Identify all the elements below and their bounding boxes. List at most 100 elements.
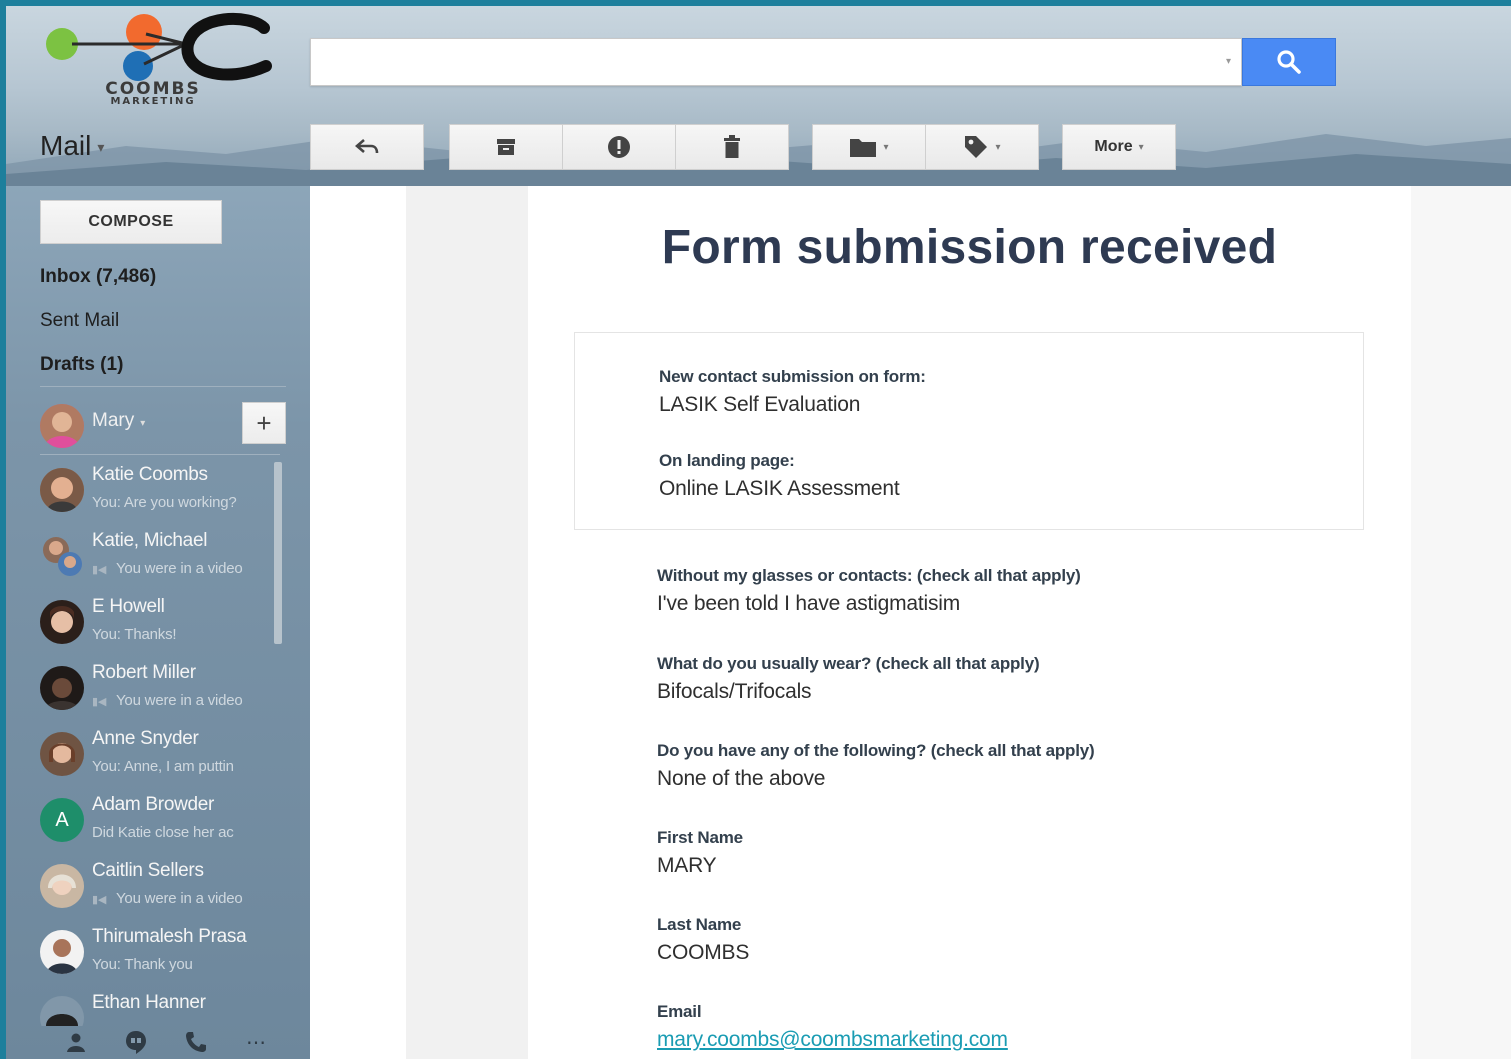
contact-snippet: You were in a video bbox=[116, 692, 243, 709]
delete-button[interactable] bbox=[675, 124, 789, 170]
video-call-icon: ▮◀ bbox=[92, 894, 107, 906]
phone-button[interactable] bbox=[166, 1024, 226, 1059]
chat-bubble-icon bbox=[126, 1031, 146, 1054]
search-input[interactable]: ▾ bbox=[310, 38, 1242, 86]
more-button[interactable]: More ▾ bbox=[1062, 124, 1176, 170]
person-photo-icon bbox=[40, 996, 84, 1026]
search-icon bbox=[1277, 50, 1301, 74]
avatar bbox=[40, 600, 84, 644]
sidebar-bottom-bar: ⋯ bbox=[46, 1024, 286, 1059]
contact-item[interactable]: Katie Coombs You: Are you working? bbox=[40, 462, 280, 526]
compose-button[interactable]: COMPOSE bbox=[40, 200, 222, 244]
chevron-down-icon: ▾ bbox=[1138, 141, 1144, 153]
archive-icon bbox=[497, 139, 515, 155]
report-spam-button[interactable] bbox=[562, 124, 676, 170]
new-chat-button[interactable]: + bbox=[242, 402, 286, 444]
contact-snippet: You: Anne, I am puttin bbox=[92, 758, 234, 775]
more-label: More bbox=[1094, 138, 1133, 155]
hangouts-button[interactable] bbox=[106, 1024, 166, 1059]
ellipsis-icon: ⋯ bbox=[246, 1031, 266, 1054]
avatar bbox=[40, 404, 84, 448]
trash-icon bbox=[724, 135, 740, 158]
avatar bbox=[40, 930, 84, 974]
folder-inbox[interactable]: Inbox (7,486) bbox=[40, 266, 156, 288]
group-photo-icon bbox=[43, 537, 82, 576]
avatar bbox=[40, 534, 84, 578]
logo-text: COOMBS MARKETING bbox=[78, 81, 228, 108]
field-label: Without my glasses or contacts: (check a… bbox=[657, 566, 1081, 585]
contacts-button[interactable] bbox=[46, 1024, 106, 1059]
contact-snippet: You were in a video bbox=[116, 560, 243, 577]
field-value: Online LASIK Assessment bbox=[659, 477, 900, 500]
field-label: On landing page: bbox=[659, 451, 795, 470]
contact-item[interactable]: Katie, Michael ▮◀ You were in a video bbox=[40, 528, 280, 592]
move-to-button[interactable]: ▾ bbox=[812, 124, 926, 170]
email-body: Form submission received New contact sub… bbox=[528, 186, 1411, 1059]
contact-item[interactable]: A Adam Browder Did Katie close her ac bbox=[40, 792, 280, 856]
more-options-button[interactable]: ⋯ bbox=[226, 1024, 286, 1059]
contact-item[interactable]: E Howell You: Thanks! bbox=[40, 594, 280, 658]
folder-drafts[interactable]: Drafts (1) bbox=[40, 354, 123, 376]
contact-name: Thirumalesh Prasa bbox=[92, 926, 247, 947]
contact-name: Katie, Michael bbox=[92, 530, 208, 551]
mail-label: Mail bbox=[40, 130, 92, 161]
field-label: First Name bbox=[657, 828, 743, 847]
sidebar-divider bbox=[40, 454, 280, 455]
contact-snippet: You were in a video bbox=[116, 890, 243, 907]
field-label: Email bbox=[657, 1002, 702, 1021]
person-photo-icon bbox=[40, 468, 84, 512]
logo-subtext: MARKETING bbox=[110, 96, 196, 107]
avatar bbox=[40, 468, 84, 512]
person-photo-icon bbox=[40, 666, 84, 710]
field-value: LASIK Self Evaluation bbox=[659, 393, 861, 416]
video-call-icon: ▮◀ bbox=[92, 564, 107, 576]
contact-name: Robert Miller bbox=[92, 662, 196, 683]
form-info-card: New contact submission on form: LASIK Se… bbox=[574, 332, 1364, 530]
avatar-initial: A bbox=[55, 808, 69, 831]
person-photo-icon bbox=[40, 930, 84, 974]
contact-snippet: You: Thanks! bbox=[92, 626, 177, 643]
chat-self-name: Mary ▾ bbox=[92, 410, 145, 432]
person-photo-icon bbox=[40, 404, 84, 448]
avatar bbox=[40, 732, 84, 776]
person-icon bbox=[67, 1033, 85, 1052]
search-options-icon[interactable]: ▾ bbox=[1226, 56, 1231, 67]
folder-sent[interactable]: Sent Mail bbox=[40, 310, 119, 332]
app-frame: COOMBS MARKETING ▾ Mail ▾ ▾ ▾ More ▾ COM… bbox=[0, 0, 1511, 1059]
field-label: New contact submission on form: bbox=[659, 367, 926, 386]
label-tag-icon bbox=[965, 136, 988, 158]
archive-button[interactable] bbox=[449, 124, 563, 170]
message-view: Form submission received New contact sub… bbox=[310, 186, 1511, 1059]
labels-button[interactable]: ▾ bbox=[925, 124, 1039, 170]
avatar bbox=[40, 666, 84, 710]
field-value: None of the above bbox=[657, 767, 826, 790]
avatar bbox=[40, 864, 84, 908]
contact-item[interactable]: Caitlin Sellers ▮◀ You were in a video bbox=[40, 858, 280, 922]
contact-snippet-row: ▮◀ You were in a video bbox=[92, 692, 268, 709]
contact-snippet: You: Are you working? bbox=[92, 494, 237, 511]
contact-snippet-row: ▮◀ You were in a video bbox=[92, 890, 268, 907]
contact-item[interactable]: Thirumalesh Prasa You: Thank you bbox=[40, 924, 280, 988]
contact-item[interactable]: Anne Snyder You: Anne, I am puttin bbox=[40, 726, 280, 790]
header: COOMBS MARKETING ▾ Mail ▾ ▾ ▾ More ▾ bbox=[6, 6, 1511, 186]
mail-switcher[interactable]: Mail ▾ bbox=[40, 130, 104, 162]
contact-item[interactable]: Robert Miller ▮◀ You were in a video bbox=[40, 660, 280, 724]
chevron-down-icon: ▾ bbox=[97, 139, 105, 156]
back-button[interactable] bbox=[310, 124, 424, 170]
email-link[interactable]: mary.coombs@coombsmarketing.com bbox=[657, 1028, 1008, 1052]
spam-icon bbox=[608, 136, 630, 158]
self-name-label: Mary bbox=[92, 410, 135, 431]
field-value: Bifocals/Trifocals bbox=[657, 680, 812, 703]
folder-icon bbox=[850, 139, 877, 157]
message-gutter bbox=[1411, 186, 1511, 1059]
message-gutter bbox=[310, 186, 406, 1059]
avatar bbox=[40, 996, 84, 1026]
field-label: What do you usually wear? (check all tha… bbox=[657, 654, 1040, 673]
avatar: A bbox=[40, 798, 84, 842]
plus-icon: + bbox=[256, 407, 272, 438]
search-button[interactable] bbox=[1242, 38, 1336, 86]
field-value: MARY bbox=[657, 854, 717, 877]
sidebar: COMPOSE Inbox (7,486) Sent Mail Drafts (… bbox=[6, 186, 310, 1059]
chat-self-row[interactable]: Mary ▾ + bbox=[40, 398, 286, 448]
contact-item[interactable]: Ethan Hanner bbox=[40, 990, 280, 1026]
